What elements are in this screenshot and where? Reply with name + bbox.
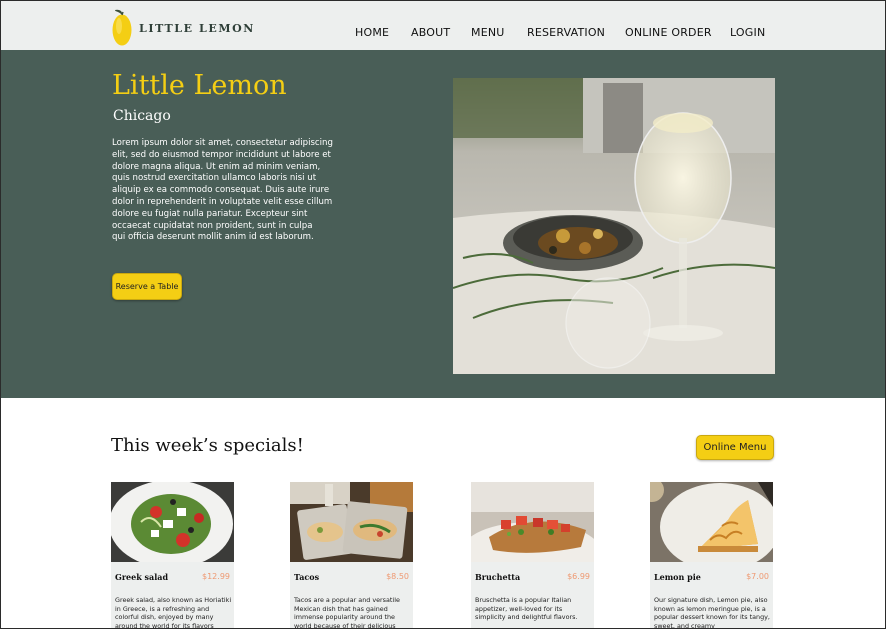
hero-description: Lorem ipsum dolor sit amet, consectetur …	[112, 138, 333, 243]
lemon-icon	[112, 9, 132, 46]
hero-section: Little Lemon Chicago Lorem ipsum dolor s…	[1, 50, 885, 398]
page-frame: LITTLE LEMON HOME ABOUT MENU RESERVATION…	[0, 0, 886, 629]
card-title: Tacos	[294, 572, 320, 582]
navbar: LITTLE LEMON HOME ABOUT MENU RESERVATION…	[1, 1, 885, 50]
card-price: $12.99	[202, 572, 230, 581]
card-price: $8.50	[386, 572, 409, 581]
hero-subtitle: Chicago	[113, 108, 171, 124]
logo[interactable]: LITTLE LEMON	[111, 9, 255, 47]
card-description: Bruschetta is a popular Italian appetize…	[475, 596, 578, 621]
card-description: Greek salad, also known as Horiatiki in …	[115, 596, 232, 629]
card-description: Tacos are a popular and versatile Mexica…	[294, 596, 400, 629]
nav-home[interactable]: HOME	[355, 26, 389, 39]
card-description: Our signature dish, Lemon pie, also know…	[654, 596, 770, 629]
reserve-table-button[interactable]: Reserve a Table	[112, 273, 182, 300]
nav-about[interactable]: ABOUT	[411, 26, 450, 39]
card-title: Lemon pie	[654, 572, 701, 582]
special-card-greek-salad[interactable]: Greek salad $12.99 Greek salad, also kno…	[111, 482, 234, 629]
nav-menu[interactable]: MENU	[471, 26, 505, 39]
bruchetta-photo	[471, 482, 594, 562]
card-title: Bruchetta	[475, 572, 521, 582]
lemon-pie-photo	[650, 482, 773, 562]
special-card-tacos[interactable]: Tacos $8.50 Tacos are a popular and vers…	[290, 482, 413, 629]
hero-food-photo	[453, 78, 775, 374]
special-card-bruchetta[interactable]: Bruchetta $6.99 Bruschetta is a popular …	[471, 482, 594, 628]
nav-online-order[interactable]: ONLINE ORDER	[625, 26, 712, 39]
card-price: $7.00	[746, 572, 769, 581]
hero-title: Little Lemon	[112, 70, 287, 101]
card-price: $6.99	[567, 572, 590, 581]
greek-salad-photo	[111, 482, 234, 562]
tacos-photo	[290, 482, 413, 562]
card-title: Greek salad	[115, 572, 169, 582]
brand-name: LITTLE LEMON	[139, 21, 255, 35]
online-menu-button[interactable]: Online Menu	[696, 435, 774, 460]
specials-heading: This week’s specials!	[111, 435, 304, 456]
special-card-lemon-pie[interactable]: Lemon pie $7.00 Our signature dish, Lemo…	[650, 482, 773, 629]
nav-reservation[interactable]: RESERVATION	[527, 26, 605, 39]
nav-login[interactable]: LOGIN	[730, 26, 765, 39]
